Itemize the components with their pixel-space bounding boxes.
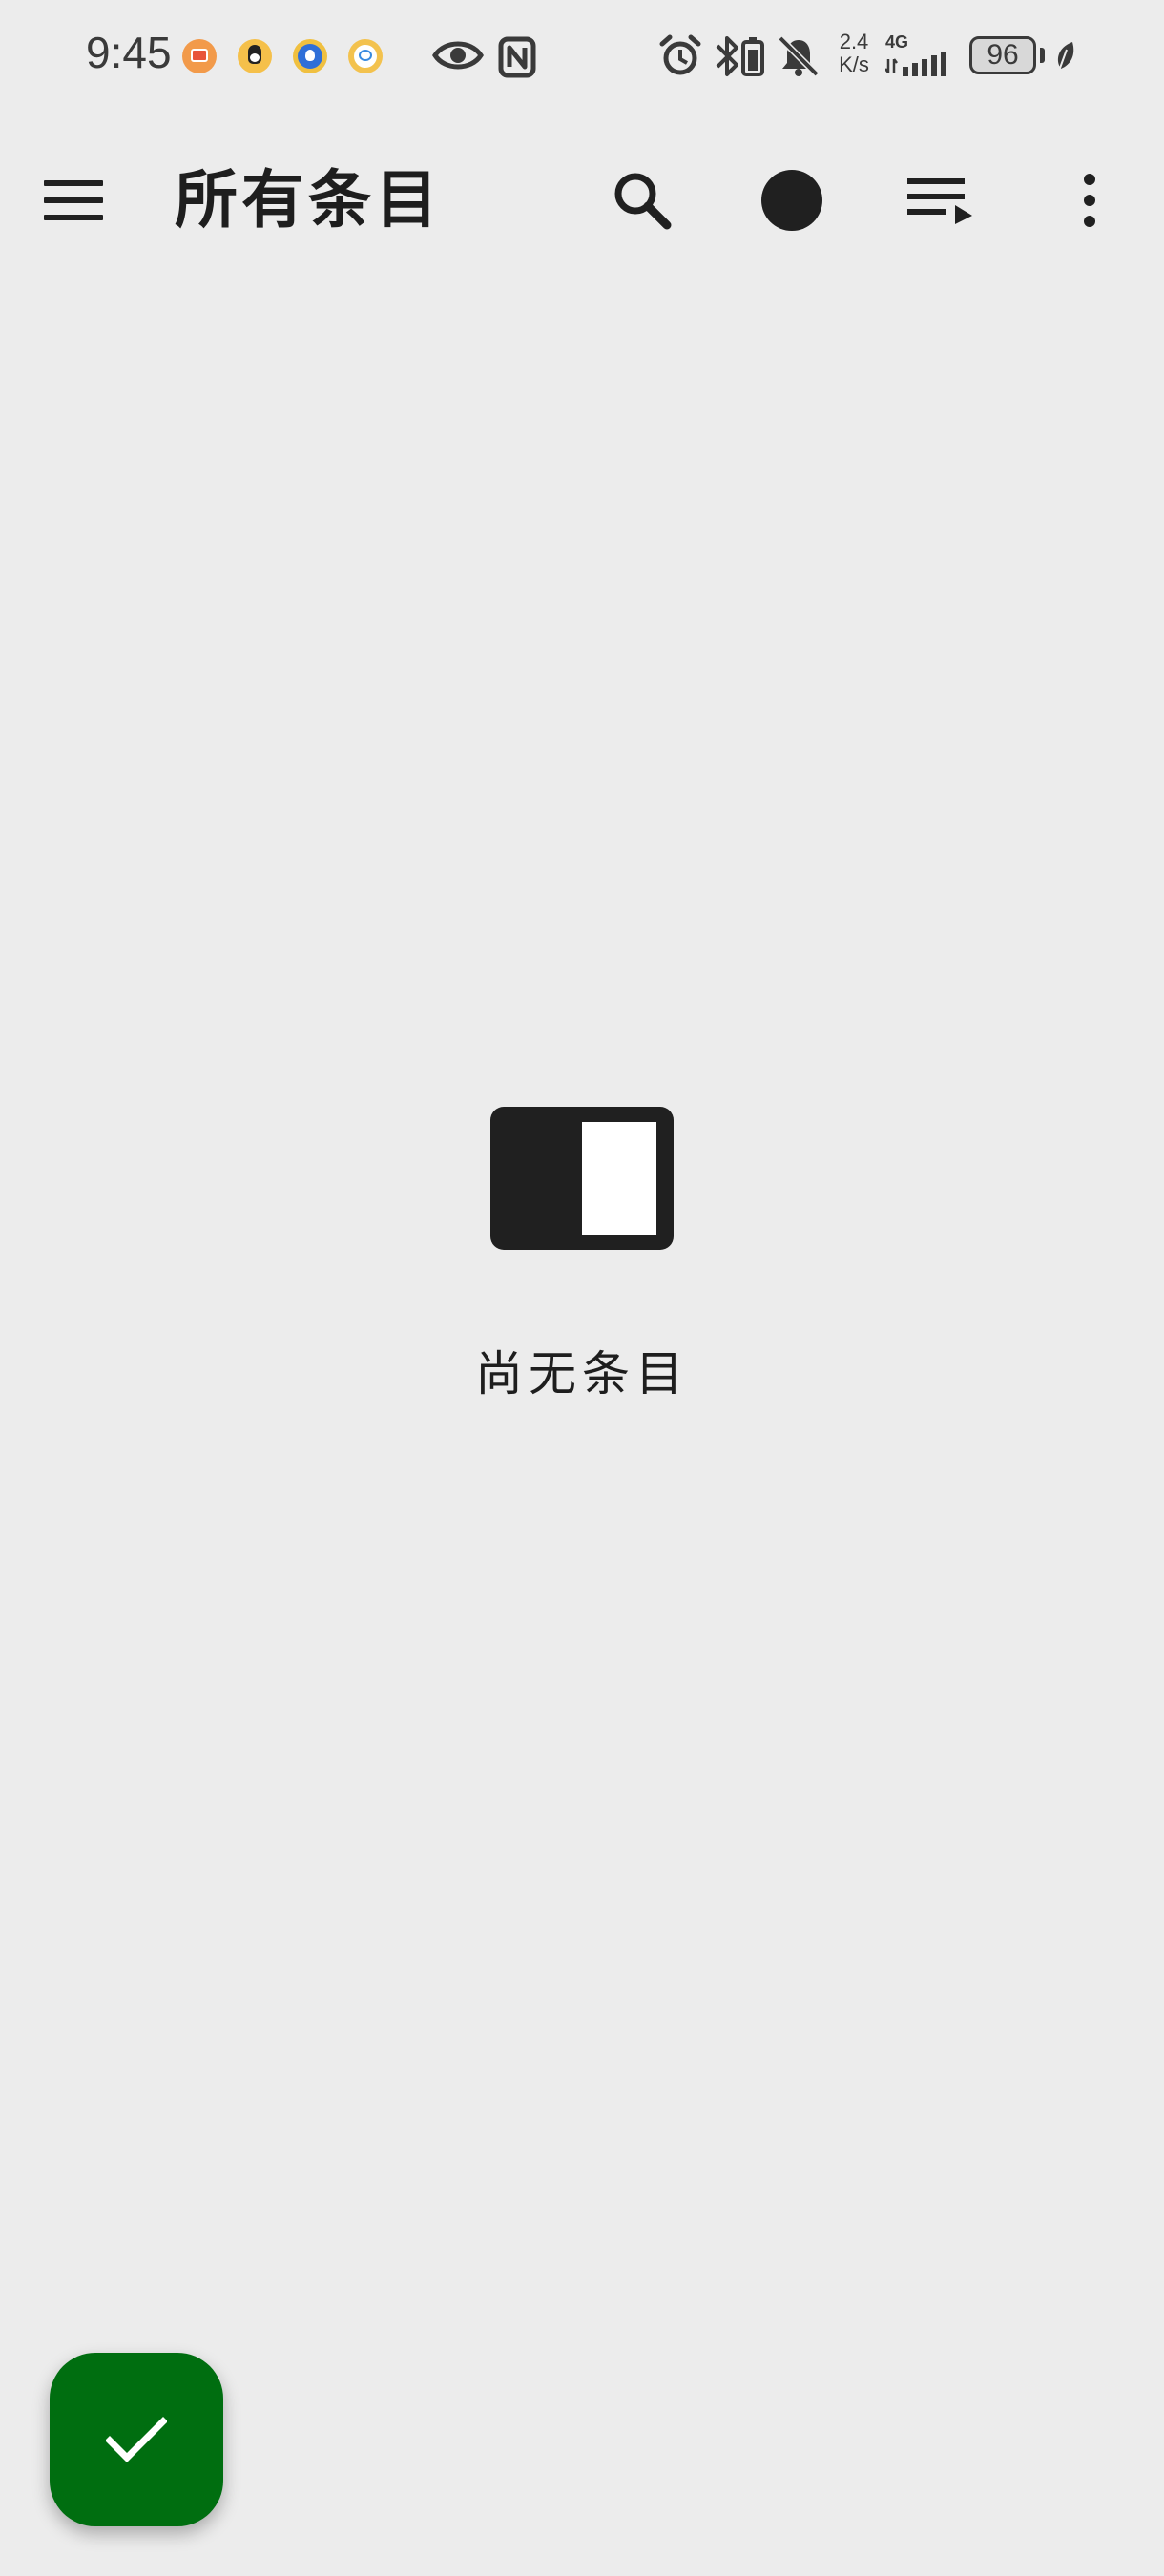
playlist-button[interactable] [887, 148, 992, 253]
page-title: 所有条目 [175, 163, 442, 237]
check-icon [106, 2417, 167, 2462]
confirm-fab[interactable] [50, 2353, 223, 2526]
signal-icon [885, 52, 946, 76]
net-type: 4G [885, 32, 909, 52]
search-button[interactable] [590, 148, 695, 253]
nfc-icon [498, 36, 536, 78]
bell-off-icon [778, 35, 820, 77]
more-options-button[interactable] [1037, 148, 1142, 253]
video-app-icon [182, 39, 217, 73]
battery-indicator: 96 [969, 36, 1036, 74]
net-speed: 2.4 K/s [833, 31, 875, 76]
battery-cap [1040, 48, 1045, 63]
net-speed-unit: K/s [839, 52, 869, 76]
blue-app-icon [293, 39, 327, 73]
empty-message: 尚无条目 [475, 1346, 689, 1402]
playlist-play-icon [907, 178, 972, 224]
chat-bubble-icon [348, 39, 383, 73]
eye-icon [432, 41, 484, 70]
screen: 9:45 2.4 K/s 4G 96 所有条目 尚无条目 [0, 0, 1164, 2576]
more-vert-icon [1084, 174, 1095, 227]
app-bar: 所有条目 [0, 134, 1164, 267]
circle-icon [761, 170, 822, 231]
menu-icon [44, 180, 103, 220]
empty-state: 尚无条目 [0, 1107, 1164, 1404]
status-bar: 9:45 2.4 K/s 4G 96 [0, 0, 1164, 114]
bluetooth-battery-icon [716, 36, 764, 76]
leaf-icon [1057, 42, 1074, 72]
split-view-icon [490, 1107, 674, 1250]
alarm-icon [659, 34, 701, 75]
circle-button[interactable] [739, 148, 844, 253]
search-icon [614, 173, 672, 230]
net-speed-value: 2.4 [839, 30, 869, 53]
qq-icon [238, 39, 272, 73]
menu-button[interactable] [21, 148, 126, 253]
status-time: 9:45 [86, 28, 172, 77]
